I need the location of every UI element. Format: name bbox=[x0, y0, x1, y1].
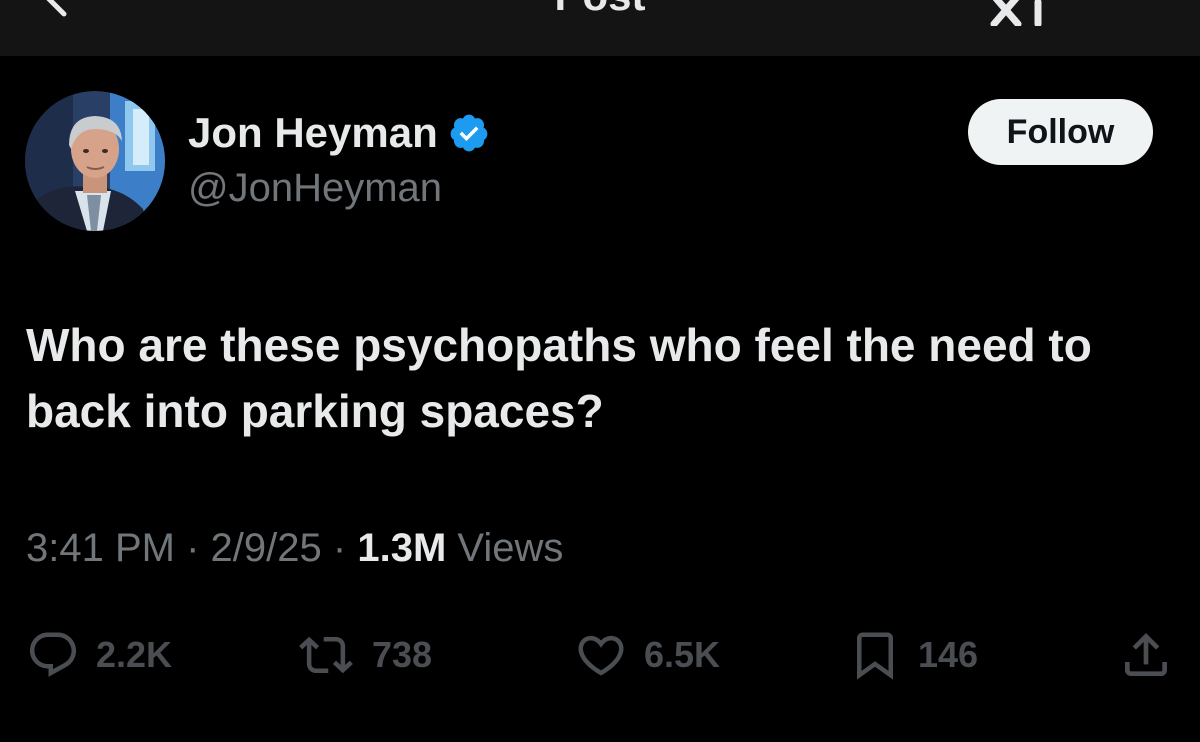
meta-separator: · bbox=[186, 526, 200, 570]
bookmark-button[interactable]: 146 bbox=[848, 620, 978, 690]
tweet-text: Who are these psychopaths who feel the n… bbox=[26, 319, 1092, 437]
heart-icon bbox=[578, 635, 624, 676]
bookmark-count: 146 bbox=[918, 634, 979, 675]
author-display-name[interactable]: Jon Heyman bbox=[188, 109, 438, 157]
author-handle[interactable]: @JonHeyman bbox=[188, 166, 442, 211]
author-name-row: Jon Heyman bbox=[188, 108, 490, 158]
verified-badge-icon bbox=[450, 114, 488, 152]
repost-icon bbox=[299, 636, 353, 674]
like-count: 6.5K bbox=[644, 634, 721, 675]
follow-button[interactable]: Follow bbox=[968, 99, 1153, 165]
action-bar: 2.2K 738 6.5K 146 bbox=[0, 620, 1200, 690]
meta-separator: · bbox=[332, 526, 347, 570]
tweet-meta: 3:41 PM · 2/9/25 · 1.3M Views bbox=[26, 526, 563, 571]
tweet-date[interactable]: 2/9/25 bbox=[211, 526, 322, 570]
repost-count: 738 bbox=[372, 634, 433, 675]
repost-button[interactable]: 738 bbox=[296, 620, 432, 690]
share-icon bbox=[1125, 633, 1167, 676]
top-bar: Post bbox=[0, 0, 1200, 56]
grok-icon[interactable] bbox=[988, 0, 1058, 26]
views-count: 1.3M bbox=[357, 526, 447, 570]
reply-icon bbox=[29, 632, 77, 677]
avatar[interactable] bbox=[25, 91, 165, 231]
reply-count: 2.2K bbox=[96, 634, 173, 675]
tweet-time[interactable]: 3:41 PM bbox=[26, 526, 175, 570]
bookmark-icon bbox=[857, 632, 893, 680]
reply-button[interactable]: 2.2K bbox=[26, 620, 172, 690]
views-label: Views bbox=[457, 526, 564, 570]
share-button[interactable] bbox=[1118, 620, 1174, 690]
like-button[interactable]: 6.5K bbox=[574, 620, 720, 690]
